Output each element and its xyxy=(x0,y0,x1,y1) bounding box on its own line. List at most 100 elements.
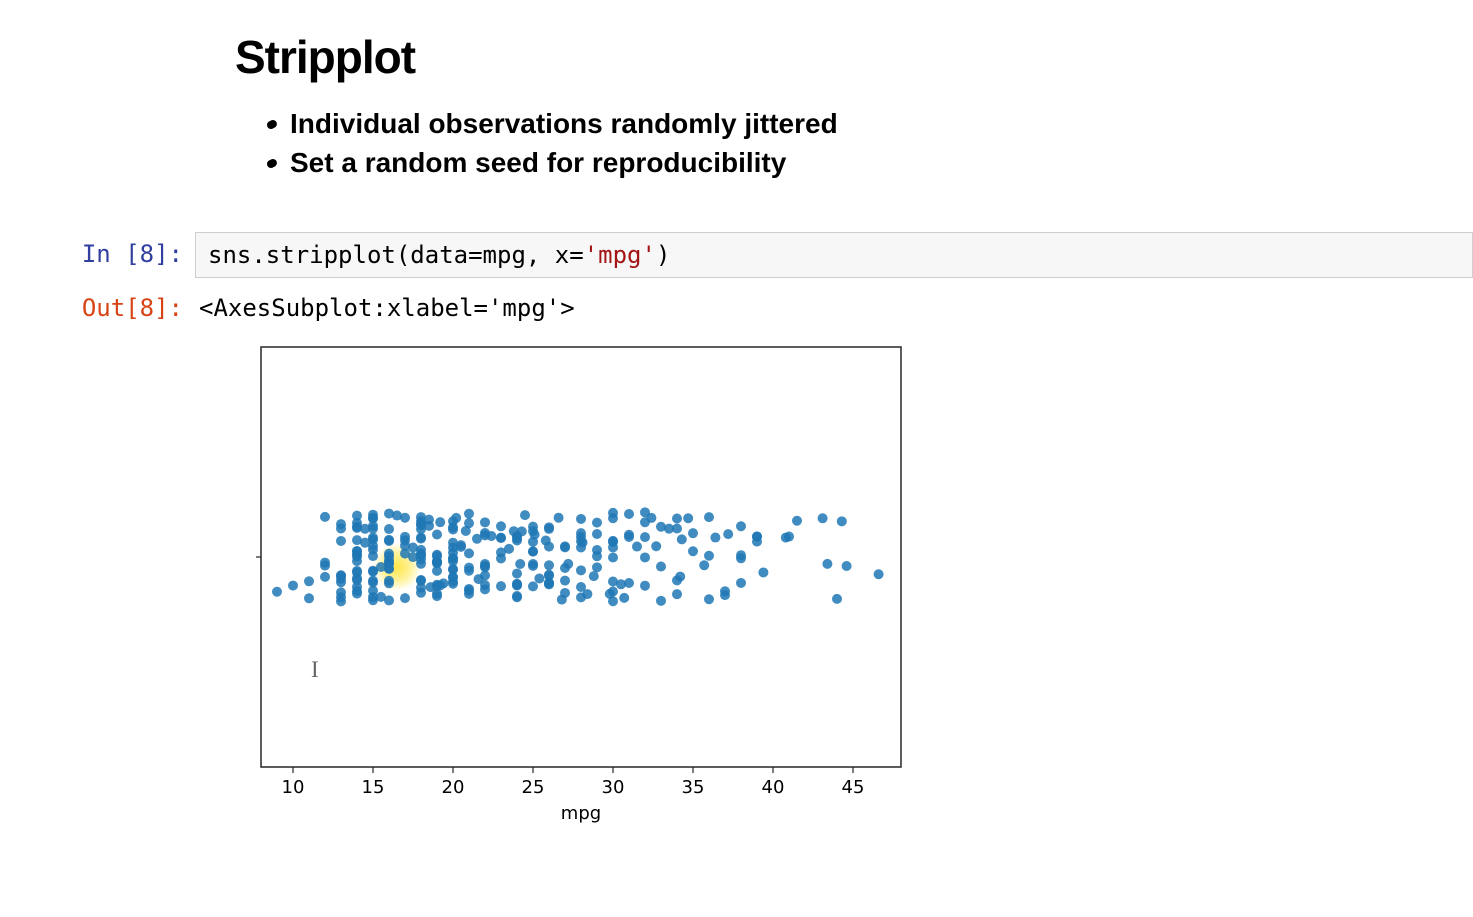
data-point xyxy=(736,522,746,532)
input-cell: In [8]: sns.stripplot(data=mpg, x='mpg') xyxy=(0,232,1473,278)
data-point xyxy=(608,597,618,607)
data-point xyxy=(683,514,693,524)
data-points xyxy=(272,508,884,607)
x-axis-label: mpg xyxy=(561,803,601,824)
bullet-item: Individual observations randomly jittere… xyxy=(290,104,1473,143)
data-point xyxy=(496,522,506,532)
data-point xyxy=(710,533,720,543)
data-point xyxy=(320,561,330,571)
x-tick-label: 20 xyxy=(442,777,465,798)
data-point xyxy=(432,530,442,540)
bullet-list: Individual observations randomly jittere… xyxy=(290,104,1473,182)
data-point xyxy=(672,590,682,600)
data-point xyxy=(438,579,448,589)
data-point xyxy=(512,591,522,601)
data-point xyxy=(336,597,346,607)
data-point xyxy=(619,593,629,603)
data-point xyxy=(723,529,733,539)
output-cell: Out[8]: <AxesSubplot:xlabel='mpg'> xyxy=(0,286,1473,322)
data-point xyxy=(384,524,394,534)
data-point xyxy=(515,559,525,569)
data-point xyxy=(592,552,602,562)
text-caret-icon: I xyxy=(311,657,319,682)
data-point xyxy=(288,581,298,591)
data-point xyxy=(448,523,458,533)
data-point xyxy=(544,524,554,534)
data-point xyxy=(400,513,410,523)
data-point xyxy=(400,594,410,604)
data-point xyxy=(352,573,362,583)
data-point xyxy=(336,520,346,530)
data-point xyxy=(784,532,794,542)
data-point xyxy=(624,578,634,588)
data-point xyxy=(451,513,461,523)
data-point xyxy=(578,538,588,548)
x-tick-label: 25 xyxy=(522,777,545,798)
x-tick-label: 30 xyxy=(602,777,625,798)
data-point xyxy=(304,577,314,587)
data-point xyxy=(699,561,709,571)
data-point xyxy=(608,553,618,563)
data-point xyxy=(528,582,538,592)
x-tick-label: 35 xyxy=(682,777,705,798)
code-token: ) xyxy=(656,241,670,269)
data-point xyxy=(435,518,445,528)
data-point xyxy=(576,514,586,524)
data-point xyxy=(480,563,490,573)
data-point xyxy=(384,552,394,562)
data-point xyxy=(560,543,570,553)
data-point xyxy=(640,532,650,542)
data-point xyxy=(752,532,762,542)
code-string: 'mpg' xyxy=(584,241,656,269)
data-point xyxy=(592,518,602,528)
data-point xyxy=(464,589,474,599)
data-point xyxy=(608,536,618,546)
data-point xyxy=(416,588,426,598)
data-point xyxy=(272,587,282,597)
data-point xyxy=(496,533,506,543)
data-point xyxy=(656,562,666,572)
data-point xyxy=(560,576,570,586)
data-point xyxy=(736,551,746,561)
data-point xyxy=(656,596,666,606)
data-point xyxy=(640,553,650,563)
data-point xyxy=(736,578,746,588)
data-point xyxy=(720,587,730,597)
code-token: mpg, x xyxy=(483,241,570,269)
data-point xyxy=(512,581,522,591)
data-point xyxy=(608,508,618,518)
data-point xyxy=(432,591,442,601)
data-point xyxy=(368,521,378,531)
data-point xyxy=(563,559,573,569)
data-point xyxy=(384,576,394,586)
data-point xyxy=(512,569,522,579)
x-tick-label: 10 xyxy=(282,777,305,798)
data-point xyxy=(582,589,592,599)
data-point xyxy=(792,516,802,526)
data-point xyxy=(432,557,442,567)
data-point xyxy=(480,585,490,595)
data-point xyxy=(544,561,554,571)
data-point xyxy=(704,513,714,523)
data-point xyxy=(464,549,474,559)
data-point xyxy=(496,582,506,592)
data-point xyxy=(530,530,540,540)
data-point xyxy=(352,586,362,596)
data-point xyxy=(336,574,346,584)
data-point xyxy=(688,529,698,539)
data-point xyxy=(432,566,442,576)
x-tick-label: 40 xyxy=(762,777,785,798)
data-point xyxy=(504,544,514,554)
data-point xyxy=(456,541,466,551)
data-point xyxy=(416,551,426,561)
data-point xyxy=(560,588,570,598)
plot-output: 1015202530354045 mpg I xyxy=(256,342,1473,832)
data-point xyxy=(517,527,527,537)
data-point xyxy=(528,561,538,571)
data-point xyxy=(651,542,661,552)
data-point xyxy=(592,529,602,539)
data-point xyxy=(675,572,685,582)
data-point xyxy=(592,563,602,573)
data-point xyxy=(704,551,714,561)
code-input[interactable]: sns.stripplot(data=mpg, x='mpg') xyxy=(195,232,1473,278)
